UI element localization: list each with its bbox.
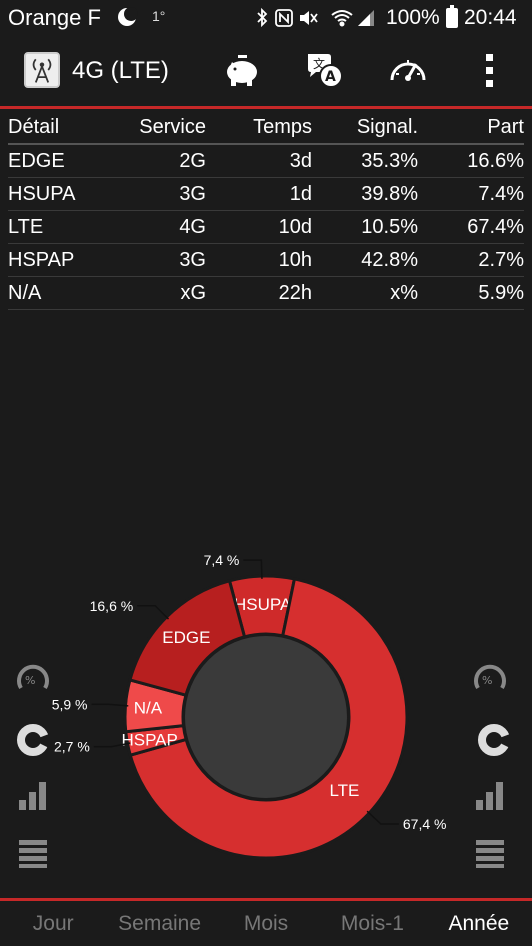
chart-area: % % HSUPA 7,4 % LTE 67,4 % HSPAP 2,7 % N/A 5,9 … — [0, 540, 532, 880]
slice-label: HSPAP — [121, 730, 177, 749]
app-bar: 4G (LTE) 文 A — [0, 36, 532, 106]
tab-mois[interactable]: Mois — [213, 901, 319, 946]
table-row: N/A xG 22h x% 5.9% — [8, 277, 524, 310]
donut-chart: HSUPA 7,4 % LTE 67,4 % HSPAP 2,7 % N/A 5,9 % EDG… — [52, 552, 447, 860]
cell-service: xG — [180, 281, 206, 304]
speedometer-icon[interactable] — [388, 50, 428, 90]
cell-detail: N/A — [8, 281, 42, 304]
slice-label: LTE — [329, 781, 359, 800]
tab-semaine[interactable]: Semaine — [106, 901, 212, 946]
cell-service: 2G — [179, 149, 206, 172]
bluetooth-icon — [257, 7, 268, 28]
header-service[interactable]: Service — [116, 116, 206, 139]
cell-signal: 42.8% — [361, 248, 418, 271]
header-detail[interactable]: Détail — [8, 116, 116, 139]
antenna-icon[interactable] — [24, 52, 60, 88]
value-label: 7,4 % — [204, 552, 240, 568]
mute-icon — [300, 11, 318, 25]
value-leader-line — [137, 605, 170, 620]
table-row: HSUPA 3G 1d 39.8% 7.4% — [8, 178, 524, 211]
slice-label: EDGE — [162, 628, 210, 647]
header-time[interactable]: Temps — [206, 116, 312, 139]
cell-signal: 10.5% — [361, 215, 418, 238]
cell-share: 5.9% — [478, 281, 524, 304]
cell-time: 3d — [289, 149, 312, 172]
app-title: 4G (LTE) — [72, 57, 169, 84]
more-icon[interactable] — [470, 50, 510, 90]
cell-share: 16.6% — [467, 149, 524, 172]
clock: 20:44 — [464, 6, 517, 29]
wifi-icon — [331, 10, 353, 27]
svg-text:A: A — [325, 69, 336, 85]
value-label: 2,7 % — [54, 739, 90, 755]
nfc-icon — [275, 9, 293, 27]
tab-mois-1[interactable]: Mois-1 — [319, 901, 425, 946]
donut-hole — [185, 636, 347, 798]
value-label: 67,4 % — [403, 816, 447, 832]
header-divider — [0, 106, 532, 109]
value-leader-line — [91, 703, 129, 707]
cell-detail: HSUPA — [8, 182, 76, 205]
signal-icon — [358, 10, 374, 26]
piggy-bank-icon[interactable] — [222, 50, 262, 90]
cell-signal: 39.8% — [361, 182, 418, 205]
translate-icon[interactable]: 文 A — [304, 50, 344, 90]
tab-annee[interactable]: Année — [426, 901, 532, 946]
value-label: 16,6 % — [90, 598, 134, 614]
slice-label: N/A — [134, 698, 163, 717]
cell-service: 3G — [179, 182, 206, 205]
temperature: 1° — [152, 8, 166, 24]
cell-signal: x% — [390, 281, 418, 304]
cell-time: 22h — [278, 281, 312, 304]
cell-share: 2.7% — [478, 248, 524, 271]
cell-detail: LTE — [8, 215, 44, 238]
cell-detail: EDGE — [8, 149, 65, 172]
cell-signal: 35.3% — [361, 149, 418, 172]
header-signal[interactable]: Signal. — [312, 116, 418, 139]
cell-share: 7.4% — [478, 182, 524, 205]
stats-table: Détail Service Temps Signal. Part EDGE 2… — [8, 112, 524, 310]
status-bar: Orange F 1° 100% 20:44 — [0, 0, 532, 36]
cell-time: 1d — [289, 182, 312, 205]
table-row: HSPAP 3G 10h 42.8% 2.7% — [8, 244, 524, 277]
table-row: EDGE 2G 3d 35.3% 16.6% — [8, 145, 524, 178]
slice-label: HSUPA — [234, 595, 292, 614]
cell-time: 10h — [278, 248, 312, 271]
carrier-name: Orange F — [8, 5, 101, 30]
cell-share: 67.4% — [467, 215, 524, 238]
tab-jour[interactable]: Jour — [0, 901, 106, 946]
table-row: LTE 4G 10d 10.5% 67.4% — [8, 211, 524, 244]
battery-percent: 100% — [386, 6, 440, 29]
table-header: Détail Service Temps Signal. Part — [8, 112, 524, 145]
header-share[interactable]: Part — [418, 116, 524, 139]
cell-detail: HSPAP — [8, 248, 75, 271]
period-tabs: Jour Semaine Mois Mois-1 Année — [0, 901, 532, 946]
cell-service: 3G — [179, 248, 206, 271]
value-label: 5,9 % — [52, 696, 88, 712]
battery-icon — [446, 5, 458, 28]
moon-icon — [118, 7, 138, 26]
status-icons — [257, 7, 374, 28]
value-leader-line — [366, 810, 399, 825]
cell-time: 10d — [278, 215, 312, 238]
cell-service: 4G — [179, 215, 206, 238]
